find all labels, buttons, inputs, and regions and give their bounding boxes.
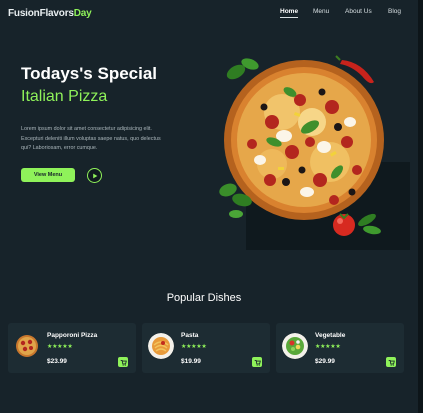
page: FusionFlavorsDay Home Menu About Us Blog… <box>0 0 418 413</box>
cart-icon <box>120 359 127 366</box>
pasta-thumb <box>148 333 174 359</box>
cart-icon <box>254 359 261 366</box>
add-to-cart-button[interactable] <box>386 357 396 367</box>
play-icon <box>92 173 97 178</box>
add-to-cart-button[interactable] <box>252 357 262 367</box>
hero-description: Lorem ipsum dolor sit amet consectetur a… <box>21 126 161 151</box>
dish-card[interactable]: Papporoni Pizza ★★★★★ $23.99 <box>8 323 136 373</box>
rating-stars: ★★★★★ <box>181 344 207 350</box>
scrollbar-track[interactable] <box>418 0 423 413</box>
dish-name: Papporoni Pizza <box>47 332 98 339</box>
dish-name: Pasta <box>181 332 199 339</box>
hero-pizza-image <box>212 52 410 250</box>
add-to-cart-button[interactable] <box>118 357 128 367</box>
view-menu-button[interactable]: View Menu <box>21 168 75 182</box>
pepperoni-pizza-thumb <box>14 333 40 359</box>
hero-subtitle: Italian Pizza <box>21 88 108 105</box>
nav-home[interactable]: Home <box>280 8 299 18</box>
dish-name: Vegetable <box>315 332 346 339</box>
rating-stars: ★★★★★ <box>47 344 73 350</box>
play-button[interactable] <box>87 168 102 183</box>
cart-icon <box>388 359 395 366</box>
main-nav: Home Menu About Us Blog <box>0 8 418 22</box>
dish-card[interactable]: Pasta ★★★★★ $19.99 <box>142 323 270 373</box>
dish-card[interactable]: Vegetable ★★★★★ $29.99 <box>276 323 404 373</box>
nav-about-us[interactable]: About Us <box>345 8 372 15</box>
dish-price: $29.99 <box>315 358 335 365</box>
nav-menu[interactable]: Menu <box>313 8 329 15</box>
dish-price: $23.99 <box>47 358 67 365</box>
popular-dishes-title: Popular Dishes <box>166 292 242 304</box>
rating-stars: ★★★★★ <box>315 344 341 350</box>
hero-title: Todays's Special <box>21 64 158 83</box>
vegetable-salad-thumb <box>282 333 308 359</box>
dish-price: $19.99 <box>181 358 201 365</box>
nav-blog[interactable]: Blog <box>388 8 401 15</box>
